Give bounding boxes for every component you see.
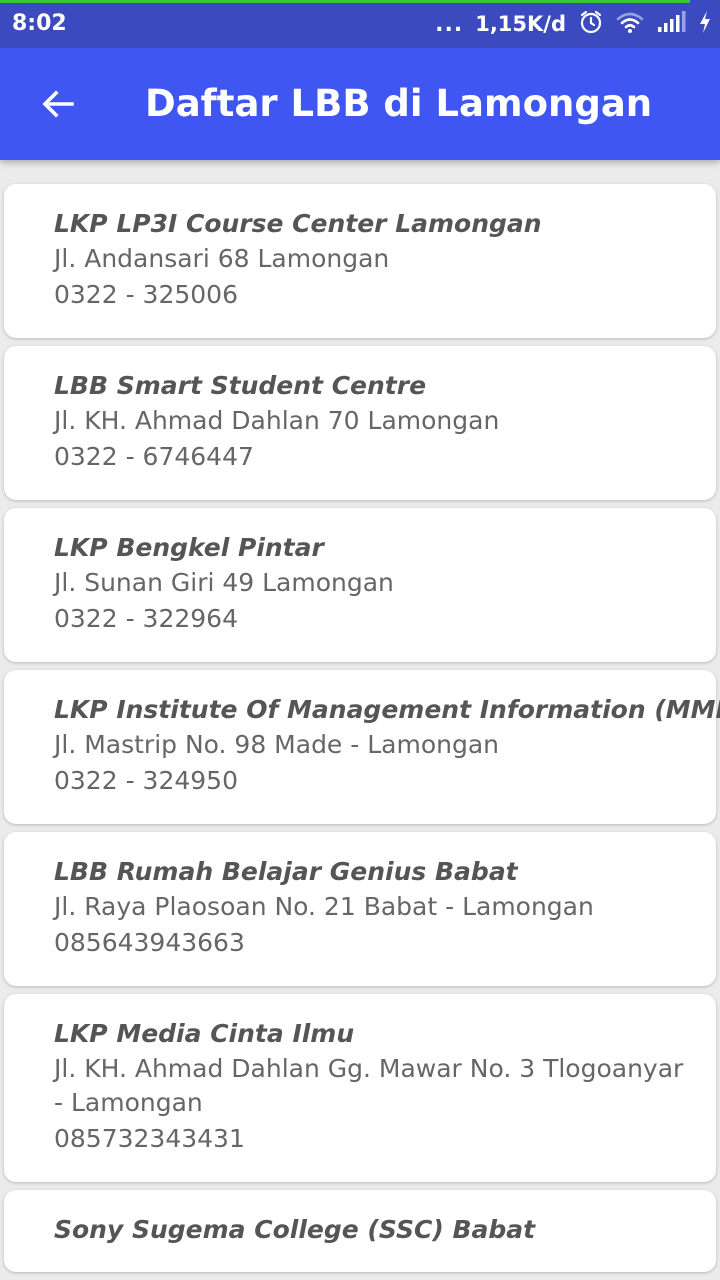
item-phone: 085732343431 bbox=[54, 1124, 245, 1153]
list-item[interactable]: Sony Sugema College (SSC) Babat bbox=[4, 1190, 716, 1272]
list-item[interactable]: LBB Rumah Belajar Genius Babat Jl. Raya … bbox=[4, 832, 716, 986]
wifi-icon bbox=[616, 10, 644, 39]
item-address: Jl. Sunan Giri 49 Lamongan bbox=[54, 568, 394, 597]
back-button[interactable] bbox=[32, 78, 84, 130]
item-address: Jl. Mastrip No. 98 Made - Lamongan bbox=[54, 730, 500, 759]
network-speed: 1,15K/d bbox=[475, 12, 566, 36]
list-item[interactable]: LKP Bengkel Pintar Jl. Sunan Giri 49 Lam… bbox=[4, 508, 716, 662]
loading-progress-line bbox=[0, 0, 690, 3]
charging-icon bbox=[698, 10, 712, 39]
item-phone: 0322 - 324950 bbox=[54, 766, 238, 795]
list-item[interactable]: LKP LP3I Course Center Lamongan Jl. Anda… bbox=[4, 184, 716, 338]
item-address: Jl. Raya Plaosoan No. 21 Babat - Lamonga… bbox=[54, 892, 594, 921]
item-address: Jl. KH. Ahmad Dahlan Gg. Mawar No. 3 Tlo… bbox=[54, 1054, 684, 1117]
item-phone: 0322 - 322964 bbox=[54, 604, 238, 633]
item-name: LKP Institute Of Management Information … bbox=[54, 695, 720, 724]
item-phone: 0322 - 325006 bbox=[54, 280, 238, 309]
item-name: LKP LP3I Course Center Lamongan bbox=[54, 209, 542, 238]
status-time: 8:02 bbox=[12, 11, 67, 36]
lbb-list: LKP LP3I Course Center Lamongan Jl. Anda… bbox=[4, 184, 720, 1280]
page-title: Daftar LBB di Lamongan bbox=[145, 82, 653, 125]
signal-icon bbox=[656, 10, 686, 38]
status-icons: ... 1,15K/d bbox=[435, 8, 712, 40]
list-item[interactable]: LKP Media Cinta Ilmu Jl. KH. Ahmad Dahla… bbox=[4, 994, 716, 1182]
item-name: LKP Bengkel Pintar bbox=[54, 533, 324, 562]
notification-dots: ... bbox=[435, 11, 464, 37]
item-phone: 085643943663 bbox=[54, 928, 245, 957]
item-name: LBB Rumah Belajar Genius Babat bbox=[54, 857, 518, 886]
item-phone: 0322 - 6746447 bbox=[54, 442, 254, 471]
list-item[interactable]: LBB Smart Student Centre Jl. KH. Ahmad D… bbox=[4, 346, 716, 500]
app-bar: Daftar LBB di Lamongan bbox=[0, 48, 720, 160]
status-bar: 8:02 ... 1,15K/d bbox=[0, 0, 720, 48]
alarm-icon bbox=[578, 9, 604, 40]
item-address: Jl. Andansari 68 Lamongan bbox=[54, 244, 390, 273]
item-name: Sony Sugema College (SSC) Babat bbox=[54, 1215, 536, 1244]
arrow-left-icon bbox=[42, 90, 74, 118]
list-item[interactable]: LKP Institute Of Management Information … bbox=[4, 670, 720, 824]
item-address: Jl. KH. Ahmad Dahlan 70 Lamongan bbox=[54, 406, 500, 435]
item-name: LBB Smart Student Centre bbox=[54, 371, 427, 400]
item-name: LKP Media Cinta Ilmu bbox=[54, 1019, 355, 1048]
